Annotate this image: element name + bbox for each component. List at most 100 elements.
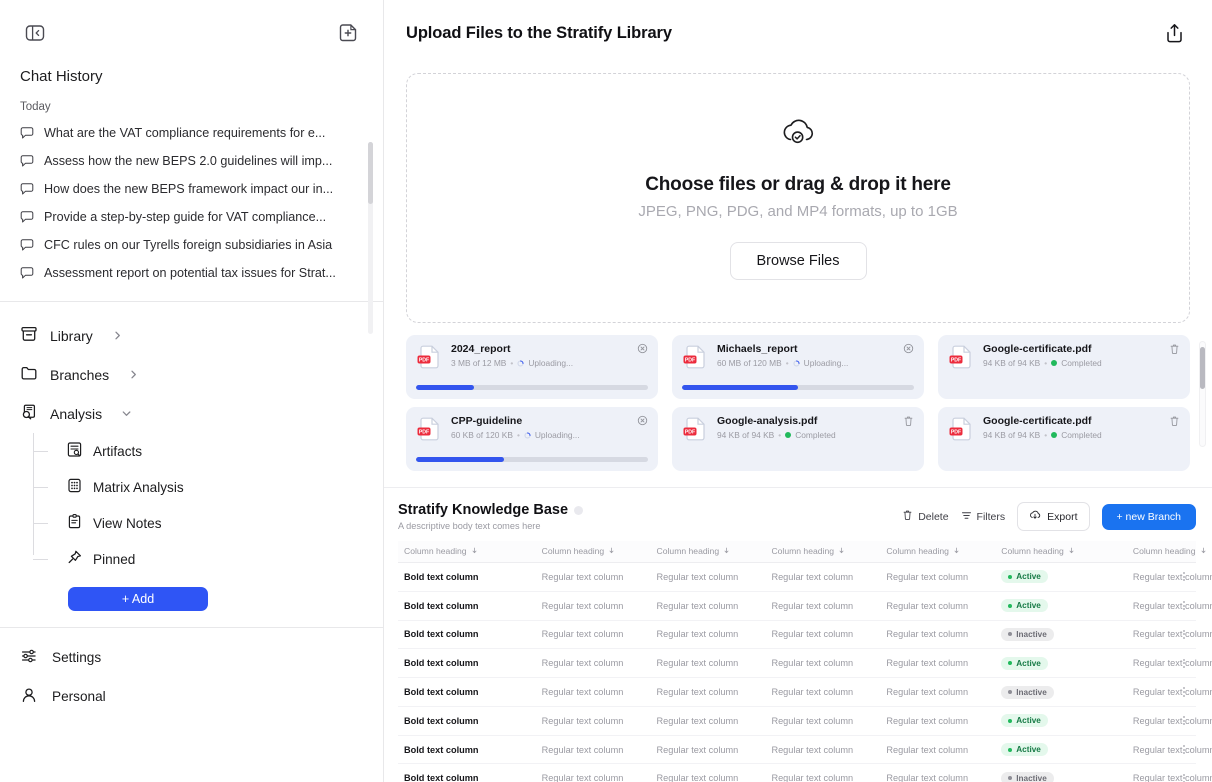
sidebar-nav: Library Branches Analysis Artifacts Matr… <box>0 302 383 611</box>
column-header[interactable]: Column heading <box>541 541 657 563</box>
sidebar-item-library[interactable]: Library <box>0 316 383 355</box>
table-row[interactable]: Bold text column Regular text column Reg… <box>398 648 1212 679</box>
upload-card[interactable]: PDF Google-certificate.pdf 94 KB of 94 K… <box>938 335 1190 399</box>
cell-regular: Regular text column <box>656 562 772 592</box>
share-upload-icon[interactable] <box>1163 22 1186 45</box>
meta-separator: • <box>778 430 782 440</box>
upload-card[interactable]: PDF Michaels_report 60 MB of 120 MB • Up… <box>672 335 924 399</box>
panel-collapse-icon[interactable] <box>20 18 50 48</box>
sidebar-item-personal[interactable]: Personal <box>0 677 383 716</box>
add-button[interactable]: + Add <box>68 587 208 611</box>
chat-history-item[interactable]: CFC rules on our Tyrells foreign subsidi… <box>0 231 383 259</box>
upload-progress-bar <box>416 385 648 390</box>
cell-regular: Regular text column <box>656 591 772 621</box>
export-button[interactable]: Export <box>1017 502 1090 531</box>
arrow-down-icon <box>838 546 845 556</box>
sidebar-item-settings[interactable]: Settings <box>0 638 383 677</box>
cell-status: Active <box>1001 735 1133 765</box>
filters-button[interactable]: Filters <box>961 510 1005 524</box>
knowledge-base-title: Stratify Knowledge Base <box>398 502 569 518</box>
upload-list-scrollbar-thumb[interactable] <box>1200 347 1205 389</box>
cell-bold: Bold text column <box>398 620 542 650</box>
column-header-label: Column heading <box>886 546 949 556</box>
file-dropzone[interactable]: Choose files or drag & drop it here JPEG… <box>406 73 1190 323</box>
chat-history-item[interactable]: Provide a step-by-step guide for VAT com… <box>0 203 383 231</box>
cell-regular: Regular text column <box>541 677 657 707</box>
export-button-label: Export <box>1047 510 1078 523</box>
dropzone-title: Choose files or drag & drop it here <box>645 173 951 195</box>
matrix-grid-icon <box>66 477 83 497</box>
new-branch-button[interactable]: + new Branch <box>1101 503 1196 530</box>
status-badge-label: Active <box>1016 601 1041 611</box>
sidebar-subitem-label: Artifacts <box>93 443 143 459</box>
sidebar-item-pinned[interactable]: Pinned <box>33 541 383 577</box>
upload-card[interactable]: PDF Google-certificate.pdf 94 KB of 94 K… <box>938 407 1190 471</box>
page-title: Upload Files to the Stratify Library <box>406 24 672 42</box>
chat-history-item[interactable]: Assessment report on potential tax issue… <box>0 259 383 287</box>
column-header[interactable]: Column heading <box>656 541 772 563</box>
chat-history-item[interactable]: What are the VAT compliance requirements… <box>0 119 383 147</box>
add-button-wrapper: + Add <box>0 577 383 611</box>
trash-icon[interactable] <box>1169 343 1180 355</box>
table-row[interactable]: Bold text column Regular text column Reg… <box>398 735 1212 765</box>
upload-file-size: 60 MB of 120 MB <box>717 358 782 368</box>
column-header[interactable]: Column heading <box>771 541 887 563</box>
archive-icon <box>20 325 38 346</box>
table-row[interactable]: Bold text column Regular text column Reg… <box>398 706 1212 736</box>
upload-card[interactable]: PDF Google-analysis.pdf 94 KB of 94 KB •… <box>672 407 924 471</box>
chat-list-scrollbar-thumb[interactable] <box>368 142 373 204</box>
sidebar-item-branches[interactable]: Branches <box>0 355 383 394</box>
table-row[interactable]: Bold text column Regular text column Reg… <box>398 763 1212 782</box>
sidebar-bottom-nav: Settings Personal <box>0 628 383 716</box>
table-row[interactable]: Bold text column Regular text column Reg… <box>398 677 1212 707</box>
column-header[interactable]: Column heading <box>1132 541 1205 563</box>
table-row[interactable]: Bold text column Regular text column Reg… <box>398 591 1212 621</box>
status-badge-label: Inactive <box>1016 687 1047 697</box>
knowledge-base-section: Stratify Knowledge Base A descriptive bo… <box>384 487 1212 782</box>
column-header[interactable]: Column heading <box>1001 541 1133 563</box>
chat-history-item[interactable]: Assess how the new BEPS 2.0 guidelines w… <box>0 147 383 175</box>
upload-file-name: Google-certificate.pdf <box>983 415 1092 427</box>
delete-button[interactable]: Delete <box>902 509 949 524</box>
table-row[interactable]: Bold text column Regular text column Reg… <box>398 562 1212 592</box>
upload-card[interactable]: PDF CPP-guideline 60 KB of 120 KB • Uplo… <box>406 407 658 471</box>
cancel-circle-icon[interactable] <box>637 343 648 354</box>
chat-history-item[interactable]: How does the new BEPS framework impact o… <box>0 175 383 203</box>
table-row[interactable]: Bold text column Regular text column Reg… <box>398 620 1212 650</box>
main-content: Upload Files to the Stratify Library Cho… <box>384 0 1212 782</box>
cancel-circle-icon[interactable] <box>903 343 914 354</box>
trash-icon <box>902 509 913 524</box>
sidebar-item-artifacts[interactable]: Artifacts <box>33 433 383 469</box>
trash-icon[interactable] <box>903 415 914 427</box>
chevron-right-icon[interactable] <box>111 329 124 342</box>
upload-status: Completed <box>795 430 836 440</box>
meta-separator: • <box>516 430 520 440</box>
sidebar-subitem-label: View Notes <box>93 515 162 531</box>
sidebar-item-view-notes[interactable]: View Notes <box>33 505 383 541</box>
cell-regular: Regular text column <box>541 706 657 736</box>
column-header[interactable]: Column heading <box>886 541 1002 563</box>
new-document-icon[interactable] <box>333 18 363 48</box>
sidebar-item-matrix-analysis[interactable]: Matrix Analysis <box>33 469 383 505</box>
chevron-right-icon[interactable] <box>127 368 140 381</box>
column-header[interactable]: Column heading <box>398 541 542 563</box>
upload-file-meta: 60 MB of 120 MB • Uploading... <box>717 358 894 368</box>
chevron-down-icon[interactable] <box>120 407 133 420</box>
sidebar-toolbar <box>0 0 383 48</box>
sidebar-item-analysis[interactable]: Analysis <box>0 394 383 433</box>
upload-card[interactable]: PDF 2024_report 3 MB of 12 MB • Uploadin… <box>406 335 658 399</box>
today-group-label: Today <box>20 101 51 113</box>
cell-regular: Regular text column <box>771 562 887 592</box>
chat-history-item-label: Assess how the new BEPS 2.0 guidelines w… <box>44 154 333 168</box>
browse-files-button[interactable]: Browse Files <box>729 241 867 280</box>
completed-status-dot <box>785 432 792 438</box>
arrow-down-icon <box>723 546 730 556</box>
cancel-circle-icon[interactable] <box>637 415 648 426</box>
cell-status: Active <box>1001 591 1133 621</box>
table-body: Bold text column Regular text column Reg… <box>398 562 1212 782</box>
cell-bold: Bold text column <box>398 648 542 679</box>
cell-regular: Regular text column <box>656 648 772 679</box>
trash-icon[interactable] <box>1169 415 1180 427</box>
knowledge-base-toolbar: Delete Filters Export + new Branch <box>902 502 1196 531</box>
sidebar-item-label: Settings <box>52 650 102 665</box>
